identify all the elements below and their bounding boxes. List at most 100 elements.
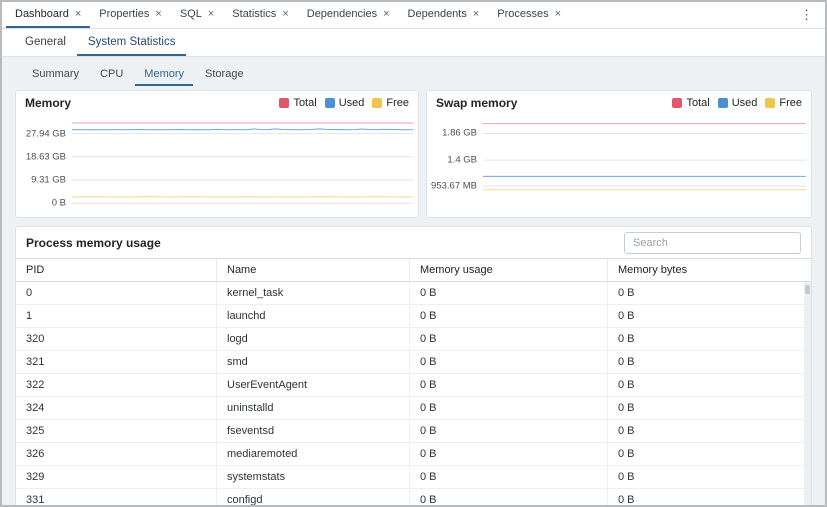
stat-tab-storage[interactable]: Storage bbox=[196, 64, 253, 86]
tab-properties[interactable]: Properties × bbox=[90, 2, 171, 28]
table-cell: 0 B bbox=[608, 397, 811, 419]
table-cell: systemstats bbox=[217, 466, 410, 488]
table-cell: 331 bbox=[16, 489, 217, 507]
legend-label: Free bbox=[386, 97, 409, 109]
close-icon[interactable]: × bbox=[75, 9, 81, 20]
subtab-system-statistics[interactable]: System Statistics bbox=[77, 29, 187, 56]
y-tick-label: 1.4 GB bbox=[447, 155, 477, 166]
table-cell: 0 B bbox=[410, 397, 608, 419]
search-input[interactable] bbox=[624, 232, 801, 254]
column-header-memory-usage[interactable]: Memory usage bbox=[410, 259, 608, 281]
memory-chart-panel: Memory Total Used Free 27.94 GB18.63 GB9.3… bbox=[15, 90, 419, 218]
vertical-scrollbar[interactable] bbox=[804, 282, 811, 507]
table-cell: 0 B bbox=[410, 420, 608, 442]
tab-label: Processes bbox=[497, 8, 548, 20]
table-cell: 0 B bbox=[410, 466, 608, 488]
main-tabbar: Dashboard×Properties×SQL×Statistics×Depe… bbox=[2, 2, 825, 29]
table-row[interactable]: 0kernel_task0 B0 B bbox=[16, 282, 811, 305]
close-icon[interactable]: × bbox=[208, 9, 214, 20]
kebab-menu-icon[interactable]: ⋮ bbox=[788, 2, 825, 28]
table-row[interactable]: 325fseventsd0 B0 B bbox=[16, 420, 811, 443]
tab-label: Dependencies bbox=[307, 8, 377, 20]
tab-label: Statistics bbox=[232, 8, 276, 20]
tab-dashboard[interactable]: Dashboard × bbox=[6, 2, 90, 28]
tab-dependents[interactable]: Dependents × bbox=[399, 2, 489, 28]
table-row[interactable]: 1launchd0 B0 B bbox=[16, 305, 811, 328]
table-row[interactable]: 320logd0 B0 B bbox=[16, 328, 811, 351]
table-row[interactable]: 324uninstalld0 B0 B bbox=[16, 397, 811, 420]
table-cell: 329 bbox=[16, 466, 217, 488]
table-cell: 0 B bbox=[608, 466, 811, 488]
column-header-memory-bytes[interactable]: Memory bytes bbox=[608, 259, 811, 281]
tab-label: Dashboard bbox=[15, 8, 69, 20]
table-cell: fseventsd bbox=[217, 420, 410, 442]
tab-processes[interactable]: Processes × bbox=[488, 2, 570, 28]
memory-chart-plot bbox=[72, 112, 413, 210]
table-row[interactable]: 329systemstats0 B0 B bbox=[16, 466, 811, 489]
swap-memory-chart-title: Swap memory bbox=[436, 96, 517, 110]
tab-dependencies[interactable]: Dependencies × bbox=[298, 2, 399, 28]
column-header-name[interactable]: Name bbox=[217, 259, 410, 281]
charts-row: Memory Total Used Free 27.94 GB18.63 GB9.3… bbox=[15, 90, 812, 218]
table-cell: 0 B bbox=[410, 443, 608, 465]
y-tick-label: 9.31 GB bbox=[31, 175, 66, 186]
table-cell: smd bbox=[217, 351, 410, 373]
tab-label: Properties bbox=[99, 8, 149, 20]
subtab-general[interactable]: General bbox=[14, 29, 77, 56]
close-icon[interactable]: × bbox=[383, 9, 389, 20]
legend-label: Total bbox=[686, 97, 709, 109]
memory-chart-title: Memory bbox=[25, 96, 71, 110]
table-cell: 0 B bbox=[410, 328, 608, 350]
table-cell: 0 B bbox=[608, 420, 811, 442]
table-cell: configd bbox=[217, 489, 410, 507]
legend-item-free: Free bbox=[372, 97, 409, 109]
tab-label: Dependents bbox=[408, 8, 467, 20]
table-cell: 1 bbox=[16, 305, 217, 327]
close-icon[interactable]: × bbox=[282, 9, 288, 20]
table-row[interactable]: 321smd0 B0 B bbox=[16, 351, 811, 374]
y-tick-label: 953.67 MB bbox=[431, 181, 477, 192]
tab-sql[interactable]: SQL × bbox=[171, 2, 223, 28]
stat-tab-memory[interactable]: Memory bbox=[135, 64, 193, 86]
close-icon[interactable]: × bbox=[555, 9, 561, 20]
process-table-title: Process memory usage bbox=[26, 236, 161, 250]
table-cell: 325 bbox=[16, 420, 217, 442]
statistics-tabbar: SummaryCPUMemoryStorage bbox=[15, 57, 812, 86]
memory-chart-yaxis: 27.94 GB18.63 GB9.31 GB0 B bbox=[16, 112, 72, 210]
stat-tab-summary[interactable]: Summary bbox=[23, 64, 88, 86]
stat-tab-cpu[interactable]: CPU bbox=[91, 64, 132, 86]
column-header-pid[interactable]: PID bbox=[16, 259, 217, 281]
swap-memory-chart-panel: Swap memory TotalUsedFree 1.86 GB1.4 GB9… bbox=[426, 90, 812, 218]
tab-label: SQL bbox=[180, 8, 202, 20]
table-row[interactable]: 326mediaremoted0 B0 B bbox=[16, 443, 811, 466]
process-memory-usage-panel: Process memory usage PIDNameMemory usage… bbox=[15, 226, 812, 507]
legend-label: Free bbox=[779, 97, 802, 109]
y-tick-label: 27.94 GB bbox=[26, 128, 66, 139]
system-statistics-content: SummaryCPUMemoryStorage Memory TotalUsed… bbox=[2, 57, 825, 505]
legend-item-used: Used bbox=[325, 97, 365, 109]
free-swatch bbox=[372, 98, 382, 108]
table-cell: 322 bbox=[16, 374, 217, 396]
table-row[interactable]: 331configd0 B0 B bbox=[16, 489, 811, 507]
total-swatch bbox=[672, 98, 682, 108]
close-icon[interactable]: × bbox=[473, 9, 479, 20]
table-cell: launchd bbox=[217, 305, 410, 327]
swap-memory-chart-yaxis: 1.86 GB1.4 GB953.67 MB bbox=[427, 112, 483, 210]
close-icon[interactable]: × bbox=[155, 9, 161, 20]
legend-item-free: Free bbox=[765, 97, 802, 109]
scrollbar-thumb[interactable] bbox=[805, 285, 810, 294]
process-table-body: 0kernel_task0 B0 B1launchd0 B0 B320logd0… bbox=[16, 282, 811, 507]
table-row[interactable]: 322UserEventAgent0 B0 B bbox=[16, 374, 811, 397]
legend-label: Total bbox=[293, 97, 316, 109]
tab-statistics[interactable]: Statistics × bbox=[223, 2, 297, 28]
table-cell: logd bbox=[217, 328, 410, 350]
memory-chart-legend: Total Used Free bbox=[279, 97, 409, 109]
used-swatch bbox=[325, 98, 335, 108]
legend-item-used: Used bbox=[718, 97, 758, 109]
used-swatch bbox=[718, 98, 728, 108]
table-cell: 321 bbox=[16, 351, 217, 373]
table-cell: 0 B bbox=[608, 328, 811, 350]
dashboard-subtabbar: GeneralSystem Statistics bbox=[2, 29, 825, 57]
table-cell: 0 B bbox=[608, 374, 811, 396]
table-cell: 0 B bbox=[410, 305, 608, 327]
